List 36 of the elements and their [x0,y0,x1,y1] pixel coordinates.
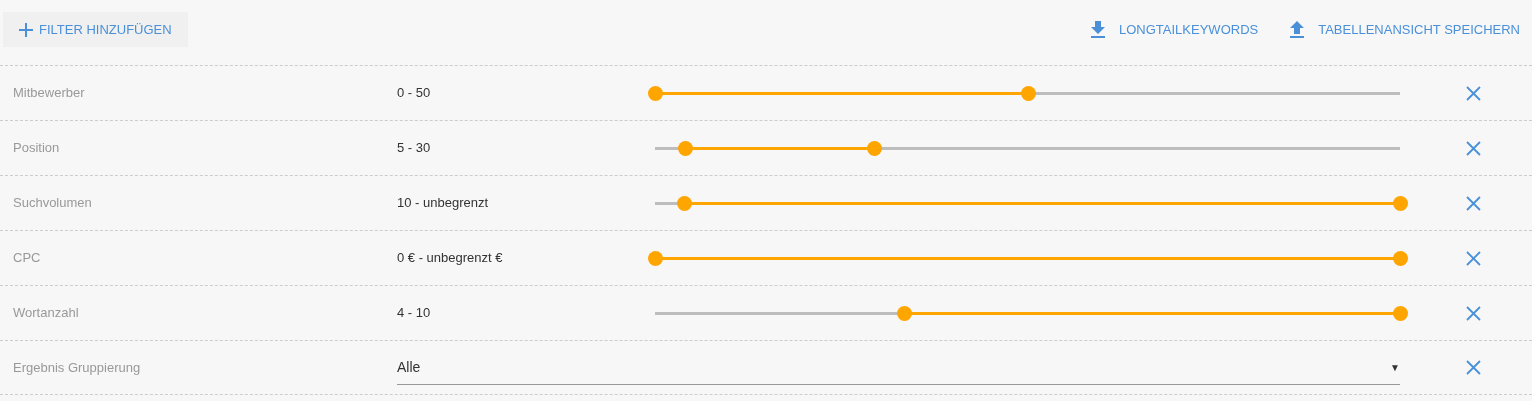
plus-icon [19,22,33,37]
download-icon [1091,21,1105,38]
slider-thumb[interactable] [648,250,663,266]
slider-thumb[interactable] [677,140,693,156]
upload-button[interactable]: TABELLENANSICHT SPEICHERN [1282,12,1528,47]
caret-icon: ▼ [1390,359,1400,375]
close-button[interactable] [1466,360,1481,375]
range-value: 0 - 50 [397,84,431,103]
close-button[interactable] [1466,195,1481,211]
range-value: 5 - 30 [397,139,431,158]
download-button[interactable]: LONGTAILKEYWORDS [1083,12,1267,47]
range-value: 4 - 10 [397,304,431,323]
add-filter-button[interactable]: FILTER HINZUFÜGEN [3,12,188,47]
filter-label: Mitbewerber [12,84,85,103]
slider-thumb[interactable] [1393,305,1408,321]
slider-thumb[interactable] [867,140,882,156]
close-button[interactable] [1466,305,1481,321]
select-field[interactable]: Alle ▼ [397,350,1400,385]
filter-label: Ergebnis Gruppierung [12,358,141,377]
filter-label: Suchvolumen [12,194,92,213]
close-button[interactable] [1466,85,1481,101]
filter-label: CPC [12,249,41,268]
range-slider[interactable] [648,250,1407,266]
slider-thumb[interactable] [1393,195,1408,211]
filter-label: Position [12,139,60,158]
slider-thumb[interactable] [896,305,912,321]
slider-thumb[interactable] [677,195,693,211]
upload-icon [1290,21,1305,38]
filter-label: Wortanzahl [12,304,79,323]
slider-thumb[interactable] [1393,250,1408,266]
close-button[interactable] [1466,250,1481,266]
range-value: 10 - unbegrenzt [397,194,489,213]
range-value: 0 € - unbegrenzt € [397,249,503,268]
slider-thumb[interactable] [648,85,663,101]
close-button[interactable] [1466,140,1481,156]
slider-thumb[interactable] [1020,85,1036,101]
